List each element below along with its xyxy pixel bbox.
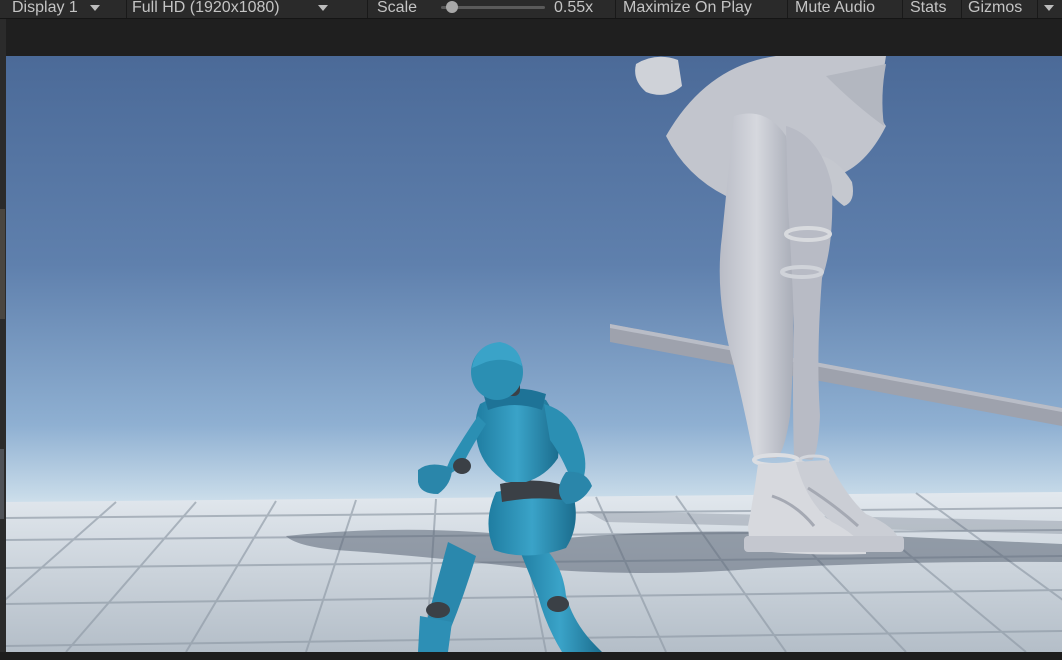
toolbar-divider xyxy=(961,0,962,18)
scale-label-wrap: Scale xyxy=(377,0,417,18)
toolbar-divider xyxy=(367,0,368,18)
game-view-bottom-edge xyxy=(0,652,1062,660)
resolution-label: Full HD (1920x1080) xyxy=(132,0,280,16)
game-view-header-gap xyxy=(0,19,1062,56)
toolbar-divider xyxy=(787,0,788,18)
chevron-down-icon xyxy=(1044,5,1054,11)
slider-knob-icon[interactable] xyxy=(445,1,458,13)
chevron-down-icon xyxy=(317,5,328,11)
maximize-on-play-toggle[interactable]: Maximize On Play xyxy=(623,0,752,18)
scale-label: Scale xyxy=(377,0,418,16)
maximize-on-play-label: Maximize On Play xyxy=(623,0,752,16)
left-panel-fragment xyxy=(0,449,4,519)
gizmos-toggle[interactable]: Gizmos xyxy=(968,0,1022,18)
display-dropdown[interactable]: Display 1 xyxy=(12,0,100,18)
gizmos-dropdown[interactable] xyxy=(1040,0,1054,18)
toolbar-divider xyxy=(126,0,127,18)
chevron-down-icon xyxy=(89,5,100,11)
resolution-dropdown[interactable]: Full HD (1920x1080) xyxy=(132,0,328,18)
game-view-viewport[interactable] xyxy=(6,56,1062,652)
scale-slider[interactable] xyxy=(437,0,547,18)
toolbar-divider xyxy=(902,0,903,18)
stats-toggle[interactable]: Stats xyxy=(910,0,946,18)
stats-label: Stats xyxy=(910,0,947,16)
game-scene xyxy=(6,56,1062,652)
mute-audio-label: Mute Audio xyxy=(795,0,876,16)
mute-audio-toggle[interactable]: Mute Audio xyxy=(795,0,875,18)
toolbar-divider xyxy=(615,0,616,18)
scale-value-wrap: 0.55x xyxy=(554,0,593,18)
toolbar-divider xyxy=(1037,0,1038,18)
game-view-toolbar: Display 1 Full HD (1920x1080) Scale 0.55… xyxy=(0,0,1062,19)
left-panel-fragment xyxy=(0,209,5,319)
gizmos-label: Gizmos xyxy=(968,0,1023,16)
scale-value: 0.55x xyxy=(554,0,594,16)
display-label: Display 1 xyxy=(12,0,78,16)
